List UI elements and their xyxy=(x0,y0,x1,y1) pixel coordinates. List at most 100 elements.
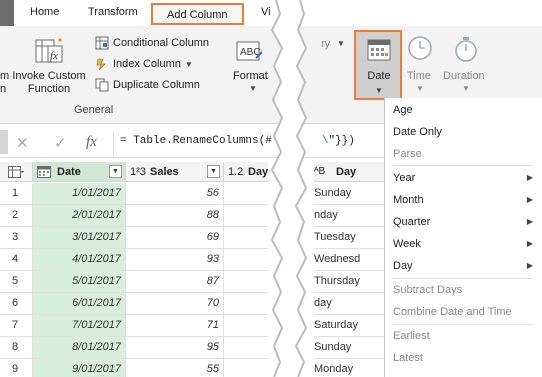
date-cell[interactable]: 8/01/2017 xyxy=(33,337,126,359)
menu-item-month[interactable]: Month ▶ xyxy=(393,189,533,211)
day-cell[interactable]: nday xyxy=(314,205,384,227)
sales-cell[interactable]: 70 xyxy=(126,293,224,315)
menu-item-year[interactable]: Year ▶ xyxy=(393,167,533,189)
date-cell[interactable]: 7/01/2017 xyxy=(33,315,126,337)
duration-button[interactable]: Duration xyxy=(443,70,485,83)
day-cell[interactable]: Thursday xyxy=(314,271,384,293)
date-cell[interactable]: 6/01/2017 xyxy=(33,293,126,315)
row-number[interactable]: 6 xyxy=(0,293,33,315)
date-dropdown-menu: Age Date Only Parse Year ▶ Month ▶ Quart… xyxy=(384,98,542,377)
row-number[interactable]: 3 xyxy=(0,227,33,249)
day-partial-cell[interactable] xyxy=(224,205,268,227)
menu-item-age[interactable]: Age xyxy=(393,99,533,121)
ribbon-partial-label: ry xyxy=(321,38,331,50)
sales-header-label: Sales xyxy=(150,166,179,178)
table-menu-header[interactable] xyxy=(0,162,33,182)
index-column-dropdown-icon[interactable]: ▼ xyxy=(185,60,193,69)
date-type-icon xyxy=(37,166,51,178)
quarter-label: Quarter xyxy=(393,216,431,228)
file-tab[interactable] xyxy=(0,0,14,26)
format-button[interactable]: Format xyxy=(233,70,268,83)
day-cell[interactable]: day xyxy=(314,293,384,315)
column-header-day-partial[interactable]: 1.2 Day xyxy=(224,162,268,182)
day-partial-cell[interactable] xyxy=(224,227,268,249)
day-cell[interactable]: Monday xyxy=(314,359,384,377)
column-header-day[interactable]: ᴬB Day xyxy=(314,162,384,182)
day-partial-cell[interactable] xyxy=(224,249,268,271)
sales-cell[interactable]: 87 xyxy=(126,271,224,293)
time-button[interactable]: Time xyxy=(407,70,431,83)
date-button[interactable]: Date ▼ xyxy=(354,30,402,100)
column-header-date[interactable]: Date ▼ xyxy=(33,162,126,182)
duration-dropdown-icon[interactable]: ▼ xyxy=(462,84,470,93)
menu-item-week[interactable]: Week ▶ xyxy=(393,233,533,255)
day-name-text: day xyxy=(314,297,332,309)
date-cell[interactable]: 2/01/2017 xyxy=(33,205,126,227)
sales-cell[interactable]: 95 xyxy=(126,337,224,359)
day-cell[interactable]: Sunday xyxy=(314,337,384,359)
date-cell[interactable]: 9/01/2017 xyxy=(33,359,126,377)
row-number[interactable]: 5 xyxy=(0,271,33,293)
ribbon-partial-dropdown-icon: ▼ xyxy=(337,39,345,48)
text-type-icon: ᴬB xyxy=(314,166,326,177)
date-cell[interactable]: 3/01/2017 xyxy=(33,227,126,249)
sales-cell[interactable]: 56 xyxy=(126,183,224,205)
sales-cell[interactable]: 88 xyxy=(126,205,224,227)
week-label: Week xyxy=(393,238,421,250)
day-partial-cell[interactable] xyxy=(224,337,268,359)
row-number[interactable]: 8 xyxy=(0,337,33,359)
submenu-arrow-icon: ▶ xyxy=(526,239,533,248)
tab-transform[interactable]: Transform xyxy=(88,6,138,18)
row-number[interactable]: 2 xyxy=(0,205,33,227)
invoke-custom-function-button[interactable]: Invoke Custom Function xyxy=(12,70,86,96)
conditional-column-button[interactable]: Conditional Column xyxy=(95,34,209,52)
tab-home[interactable]: Home xyxy=(30,6,59,18)
day-partial-cell[interactable] xyxy=(224,271,268,293)
day-cell[interactable]: Tuesday xyxy=(314,227,384,249)
day-cell[interactable]: Saturday xyxy=(314,315,384,337)
submenu-arrow-icon: ▶ xyxy=(526,261,533,270)
day-name-text: Monday xyxy=(314,363,354,375)
conditional-column-icon xyxy=(95,36,109,50)
tab-add-column[interactable]: Add Column xyxy=(151,3,244,25)
day-partial-cell[interactable] xyxy=(224,183,268,205)
format-dropdown-icon[interactable]: ▼ xyxy=(249,84,257,93)
sales-cell[interactable]: 71 xyxy=(126,315,224,337)
menu-item-day[interactable]: Day ▶ xyxy=(393,255,533,277)
sales-filter-dropdown[interactable]: ▼ xyxy=(207,165,220,178)
day-cell[interactable]: Sunday xyxy=(314,183,384,205)
row-number[interactable]: 7 xyxy=(0,315,33,337)
index-column-button[interactable]: Index Column ▼ xyxy=(95,55,193,73)
row-number[interactable]: 4 xyxy=(0,249,33,271)
column-header-sales[interactable]: 1²3 Sales ▼ xyxy=(126,162,224,182)
sales-cell[interactable]: 69 xyxy=(126,227,224,249)
menu-item-quarter[interactable]: Quarter ▶ xyxy=(393,211,533,233)
conditional-column-label: Conditional Column xyxy=(113,37,209,49)
duplicate-column-button[interactable]: Duplicate Column xyxy=(95,76,200,94)
checkmark-icon[interactable]: ✓ xyxy=(54,134,67,152)
duplicate-column-label: Duplicate Column xyxy=(113,79,200,91)
date-cell[interactable]: 4/01/2017 xyxy=(33,249,126,271)
day-cell[interactable]: Wednesd xyxy=(314,249,384,271)
index-column-label: Index Column xyxy=(113,58,181,70)
fx-icon[interactable]: fx xyxy=(86,134,97,151)
day-partial-cell[interactable] xyxy=(224,293,268,315)
time-dropdown-icon[interactable]: ▼ xyxy=(416,84,424,93)
day-partial-header-label: Day xyxy=(248,166,269,178)
menu-item-date-only[interactable]: Date Only xyxy=(393,121,533,143)
row-number[interactable]: 1 xyxy=(0,183,33,205)
row-number[interactable]: 9 xyxy=(0,359,33,377)
sales-cell[interactable]: 93 xyxy=(126,249,224,271)
day-partial-cell[interactable] xyxy=(224,359,268,377)
sales-cell[interactable]: 55 xyxy=(126,359,224,377)
submenu-arrow-icon: ▶ xyxy=(526,195,533,204)
table-icon xyxy=(8,166,24,178)
cancel-icon[interactable]: ✕ xyxy=(16,134,29,152)
date-filter-dropdown[interactable]: ▼ xyxy=(109,165,122,178)
custom-column-label[interactable]: m n xyxy=(0,70,9,96)
calendar-icon xyxy=(367,39,391,61)
date-cell[interactable]: 1/01/2017 xyxy=(33,183,126,205)
date-cell[interactable]: 5/01/2017 xyxy=(33,271,126,293)
format-icon: ABC xyxy=(236,41,263,61)
day-partial-cell[interactable] xyxy=(224,315,268,337)
